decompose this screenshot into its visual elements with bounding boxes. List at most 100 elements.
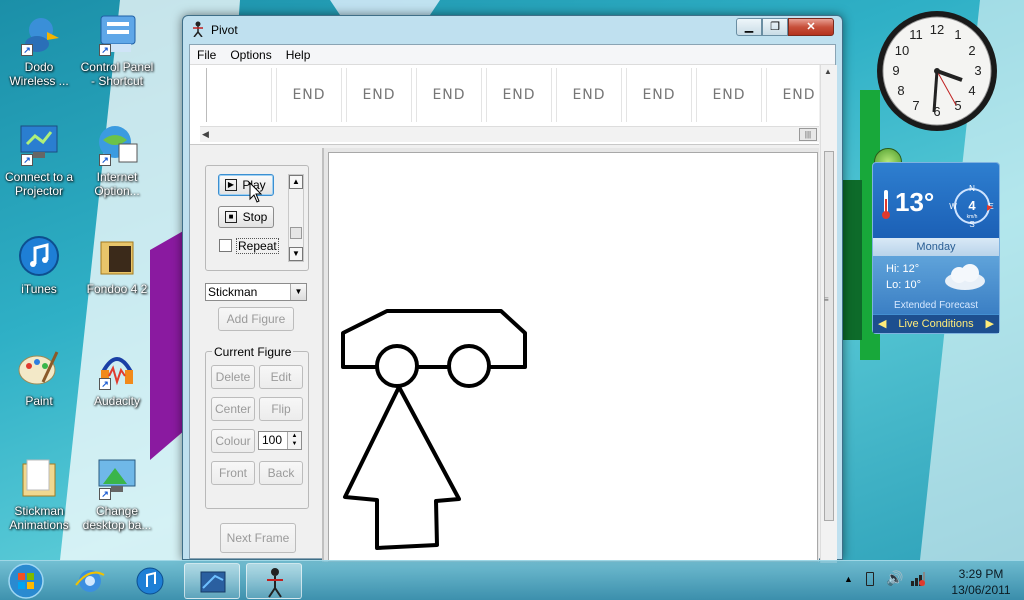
taskbar-date[interactable]: 13/06/2011 — [936, 583, 1024, 597]
windows-logo-icon — [8, 563, 44, 599]
clock-number: 10 — [895, 43, 909, 58]
figure-body — [343, 385, 461, 550]
canvas-scrollbar[interactable]: ≡ — [820, 145, 837, 563]
desktop-icon-fondoo[interactable]: Fondoo 4 2 — [78, 234, 156, 296]
current-figure-label: Current Figure — [212, 345, 294, 359]
bird-icon: ↗ — [17, 12, 61, 56]
itunes-icon — [17, 234, 61, 278]
clock-number: 2 — [968, 43, 975, 58]
flip-button[interactable]: Flip — [259, 397, 303, 421]
arrow-left-icon[interactable]: ◀ — [878, 315, 886, 333]
play-button[interactable]: ▶ Play — [218, 174, 274, 196]
colour-button[interactable]: Colour — [211, 429, 255, 453]
thermometer-icon — [882, 190, 890, 219]
repeat-checkbox[interactable] — [219, 239, 232, 252]
weather-gadget[interactable]: 13° N E S W 4 km/h Monday Hi: 12° Lo: 10… — [872, 162, 1000, 334]
left-wheel — [375, 344, 419, 388]
volume-icon[interactable]: 🔊 — [886, 570, 903, 587]
control-panel: ▶ Play ■ Stop Repeat ▲ ▼ Stickman ▼ Add … — [190, 153, 318, 563]
scroll-thumb[interactable]: ||| — [799, 128, 817, 141]
frame-cell-empty[interactable] — [206, 68, 272, 122]
scroll-up-icon[interactable]: ▲ — [289, 175, 303, 189]
delete-button[interactable]: Delete — [211, 365, 255, 389]
taskbar-time[interactable]: 3:29 PM — [948, 567, 1014, 581]
control-panel-icon: ↗ — [95, 12, 139, 56]
back-button[interactable]: Back — [259, 461, 303, 485]
menu-file[interactable]: File — [190, 48, 223, 62]
desktop-icon-audacity[interactable]: ↗ Audacity — [78, 346, 156, 408]
stickman-figure[interactable] — [238, 153, 819, 563]
menu-options[interactable]: Options — [223, 48, 278, 62]
desktop-icon-itunes[interactable]: iTunes — [0, 234, 78, 296]
extended-forecast-link[interactable]: Extended Forecast — [873, 300, 999, 311]
stop-icon: ■ — [225, 211, 237, 223]
itunes-icon — [136, 567, 164, 595]
clock-number: 8 — [897, 83, 904, 98]
battery-icon[interactable] — [866, 572, 874, 586]
frame-cell[interactable]: END — [556, 68, 622, 122]
compass-n: N — [969, 184, 975, 193]
desktop-icon-control-panel[interactable]: ↗ Control Panel - Shortcut — [78, 12, 156, 88]
car-body — [341, 309, 527, 369]
close-button[interactable]: ✕ — [788, 18, 834, 36]
frame-strip: END END END END END END END END ◀ ||| — [190, 65, 832, 145]
edit-button[interactable]: Edit — [259, 365, 303, 389]
drawing-canvas[interactable] — [238, 152, 819, 563]
show-hidden-icons-icon[interactable]: ▲ — [844, 574, 853, 584]
network-app-icon — [200, 571, 226, 593]
frame-cell[interactable]: END — [416, 68, 482, 122]
speed-thumb[interactable] — [290, 227, 302, 239]
frame-cell[interactable]: END — [626, 68, 692, 122]
desktop-icon-paint[interactable]: Paint — [0, 346, 78, 408]
chevron-down-icon[interactable]: ▼ — [290, 284, 306, 300]
desktop-icon-change-desktop[interactable]: ↗ Change desktop ba... — [78, 456, 156, 532]
frame-strip-scrollbar[interactable]: ◀ ||| — [200, 126, 819, 142]
frame-cell[interactable]: END — [276, 68, 342, 122]
mouse-pointer-icon — [249, 182, 263, 203]
next-frame-button[interactable]: Next Frame — [220, 523, 296, 553]
taskbar-app[interactable] — [184, 563, 240, 599]
maximize-button[interactable]: ❐ — [762, 18, 788, 36]
frame-cell[interactable]: END — [486, 68, 552, 122]
repeat-label[interactable]: Repeat — [236, 238, 279, 254]
desktop-icon-dodo[interactable]: ↗ Dodo Wireless ... — [0, 12, 78, 88]
minimize-button[interactable]: ▁ — [736, 18, 762, 36]
add-figure-button[interactable]: Add Figure — [218, 307, 294, 331]
spinner-icon[interactable]: ▲ ▼ — [287, 432, 301, 449]
clock-gadget[interactable]: 12 1 2 3 4 5 6 7 8 9 10 11 — [874, 8, 1000, 134]
figure-type-select[interactable]: Stickman ▼ — [205, 283, 307, 301]
frame-cell[interactable]: END — [346, 68, 412, 122]
frame-cell[interactable]: END — [696, 68, 762, 122]
clock-number: 1 — [954, 27, 961, 42]
clock-number: 12 — [930, 22, 944, 37]
taskbar-pivot[interactable] — [246, 563, 302, 599]
frame-strip-vertical-scrollbar[interactable]: ▲ — [820, 65, 837, 145]
arrow-right-icon[interactable]: ▶ — [986, 315, 994, 333]
scroll-down-icon[interactable]: ▼ — [289, 247, 303, 261]
speed-scrollbar[interactable]: ▲ ▼ — [288, 174, 304, 262]
stickman-app-icon — [267, 568, 283, 598]
front-button[interactable]: Front — [211, 461, 255, 485]
desktop-icon-stickman-animations[interactable]: Stickman Animations — [0, 456, 78, 532]
stop-button[interactable]: ■ Stop — [218, 206, 274, 228]
live-conditions-bar[interactable]: ◀ Live Conditions ▶ — [873, 315, 999, 333]
taskbar-internet-explorer[interactable] — [62, 563, 118, 599]
scroll-up-icon[interactable]: ▲ — [824, 67, 832, 76]
scroll-grip-icon: ≡ — [824, 295, 829, 304]
compass-w: W — [949, 202, 957, 211]
taskbar-itunes[interactable] — [122, 563, 178, 599]
start-button[interactable] — [6, 562, 46, 600]
wind-speed: 4 — [968, 198, 976, 213]
desktop-icon-projector[interactable]: ↗ Connect to a Projector — [0, 122, 78, 198]
title-bar[interactable]: Pivot ▁ ❐ ✕ — [183, 16, 842, 42]
colour-value-input[interactable]: 100 ▲ ▼ — [258, 431, 302, 450]
desktop-icon-internet-options[interactable]: ↗ Internet Option... — [78, 122, 156, 198]
scroll-left-icon[interactable]: ◀ — [202, 129, 209, 140]
menu-help[interactable]: Help — [279, 48, 318, 62]
clock-number: 11 — [909, 27, 923, 42]
network-icon[interactable] — [910, 571, 926, 587]
temperature: 13° — [895, 187, 935, 217]
low-temp: Lo: 10° — [886, 279, 921, 291]
scroll-thumb[interactable] — [824, 151, 834, 521]
center-button[interactable]: Center — [211, 397, 255, 421]
